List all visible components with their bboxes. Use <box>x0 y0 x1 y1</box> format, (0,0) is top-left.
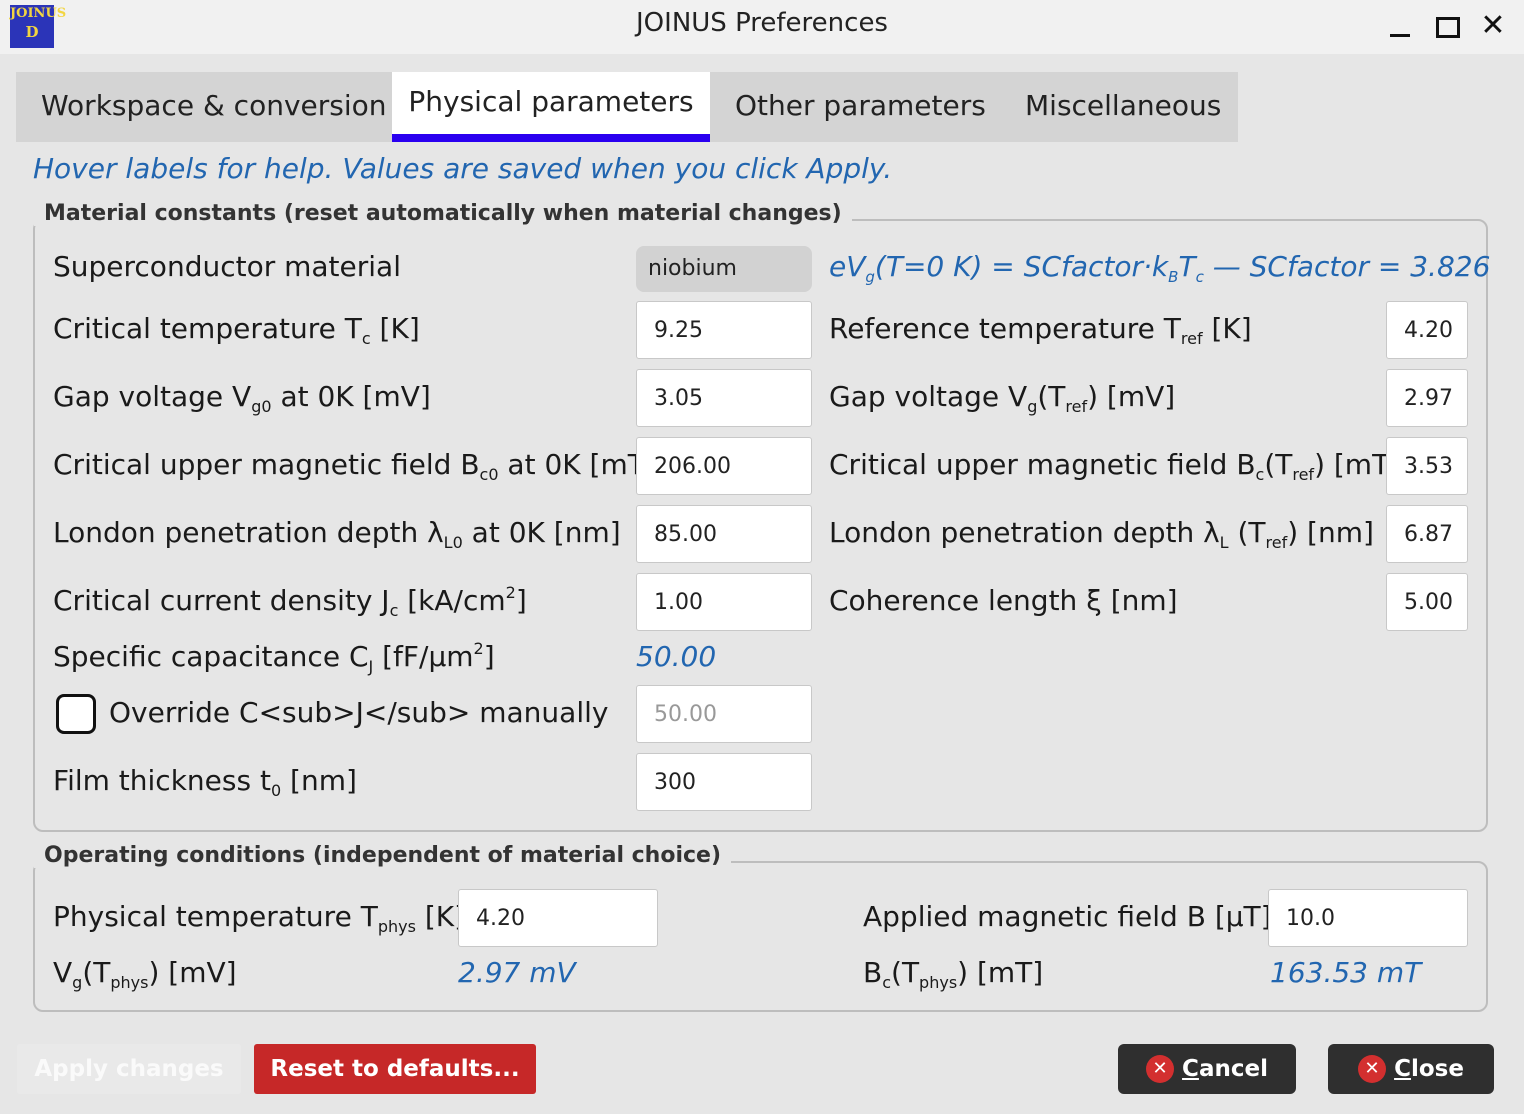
material-constants-title: Material constants (reset automatically … <box>34 201 852 226</box>
title-bar: JOINUS D JOINUS Preferences ✕ <box>0 0 1524 54</box>
gap-voltage-0k-input[interactable] <box>636 369 812 427</box>
london-depth-tref-input[interactable] <box>1386 505 1468 563</box>
critical-field-tref-label: Critical upper magnetic field Bc(Tref) [… <box>829 448 1401 484</box>
bc-tphys-label: Bc(Tphys) [mT] <box>863 956 1044 992</box>
gap-formula: eVg(T=0 K) = SCfactor·kBTc — SCfactor = … <box>829 250 1491 286</box>
vg-tphys-value: 2.97 mV <box>458 956 576 989</box>
override-capacitance-checkbox[interactable] <box>56 694 96 734</box>
reset-defaults-button[interactable]: Reset to defaults... <box>254 1044 536 1094</box>
film-thickness-input[interactable] <box>636 753 812 811</box>
london-depth-0k-label: London penetration depth λL0 at 0K [nm] <box>53 516 621 552</box>
operating-conditions-title: Operating conditions (independent of mat… <box>34 843 732 868</box>
specific-capacitance-value: 50.00 <box>636 640 717 673</box>
physical-temperature-label: Physical temperature Tphys [K] <box>53 900 466 936</box>
cancel-button[interactable]: ✕ Cancel <box>1118 1044 1296 1094</box>
tab-physical-parameters[interactable]: Physical parameters <box>392 72 710 142</box>
maximize-icon[interactable] <box>1428 8 1466 46</box>
reference-temperature-label: Reference temperature Tref [K] <box>829 312 1252 348</box>
superconductor-material-label: Superconductor material <box>53 250 401 283</box>
close-button[interactable]: ✕ Close <box>1328 1044 1494 1094</box>
tab-other-parameters[interactable]: Other parameters <box>735 72 986 142</box>
london-depth-tref-label: London penetration depth λL (Tref) [nm] <box>829 516 1374 552</box>
critical-current-density-input[interactable] <box>636 573 812 631</box>
superconductor-material-select[interactable]: niobium <box>636 246 812 292</box>
coherence-length-input[interactable] <box>1386 573 1468 631</box>
applied-field-input[interactable] <box>1268 889 1468 947</box>
critical-temperature-label: Critical temperature Tc [K] <box>53 312 420 348</box>
tab-workspace-conversion[interactable]: Workspace & conversion <box>41 72 387 142</box>
window-title: JOINUS Preferences <box>636 8 888 38</box>
override-capacitance-input[interactable] <box>636 685 812 743</box>
physical-temperature-input[interactable] <box>458 889 658 947</box>
override-capacitance-label: Override C<sub>J</sub> manually <box>109 696 609 729</box>
london-depth-0k-input[interactable] <box>636 505 812 563</box>
reference-temperature-input[interactable] <box>1386 301 1468 359</box>
film-thickness-label: Film thickness t0 [nm] <box>53 764 357 800</box>
critical-temperature-input[interactable] <box>636 301 812 359</box>
tab-bar: Workspace & conversion Physical paramete… <box>16 72 1238 142</box>
critical-current-density-label: Critical current density Jc [kA/cm2] <box>53 583 527 620</box>
close-x-icon: ✕ <box>1358 1055 1387 1083</box>
cancel-x-icon: ✕ <box>1146 1055 1175 1083</box>
critical-field-0k-label: Critical upper magnetic field Bc0 at 0K … <box>53 448 656 484</box>
specific-capacitance-label: Specific capacitance CJ [fF/μm2] <box>53 639 495 676</box>
gap-voltage-0k-label: Gap voltage Vg0 at 0K [mV] <box>53 380 431 416</box>
applied-field-label: Applied magnetic field B [μT] <box>863 900 1272 933</box>
coherence-length-label: Coherence length ξ [nm] <box>829 584 1178 617</box>
close-window-icon[interactable]: ✕ <box>1474 8 1512 46</box>
gap-voltage-tref-input[interactable] <box>1386 369 1468 427</box>
critical-field-0k-input[interactable] <box>636 437 812 495</box>
vg-tphys-label: Vg(Tphys) [mV] <box>53 956 237 992</box>
apply-changes-button[interactable]: Apply changes <box>17 1044 241 1094</box>
minimize-icon[interactable] <box>1382 8 1420 46</box>
gap-voltage-tref-label: Gap voltage Vg(Tref) [mV] <box>829 380 1176 416</box>
help-hint: Hover labels for help. Values are saved … <box>33 152 893 185</box>
bc-tphys-value: 163.53 mT <box>1270 956 1422 989</box>
critical-field-tref-input[interactable] <box>1386 437 1468 495</box>
tab-miscellaneous[interactable]: Miscellaneous <box>1025 72 1221 142</box>
